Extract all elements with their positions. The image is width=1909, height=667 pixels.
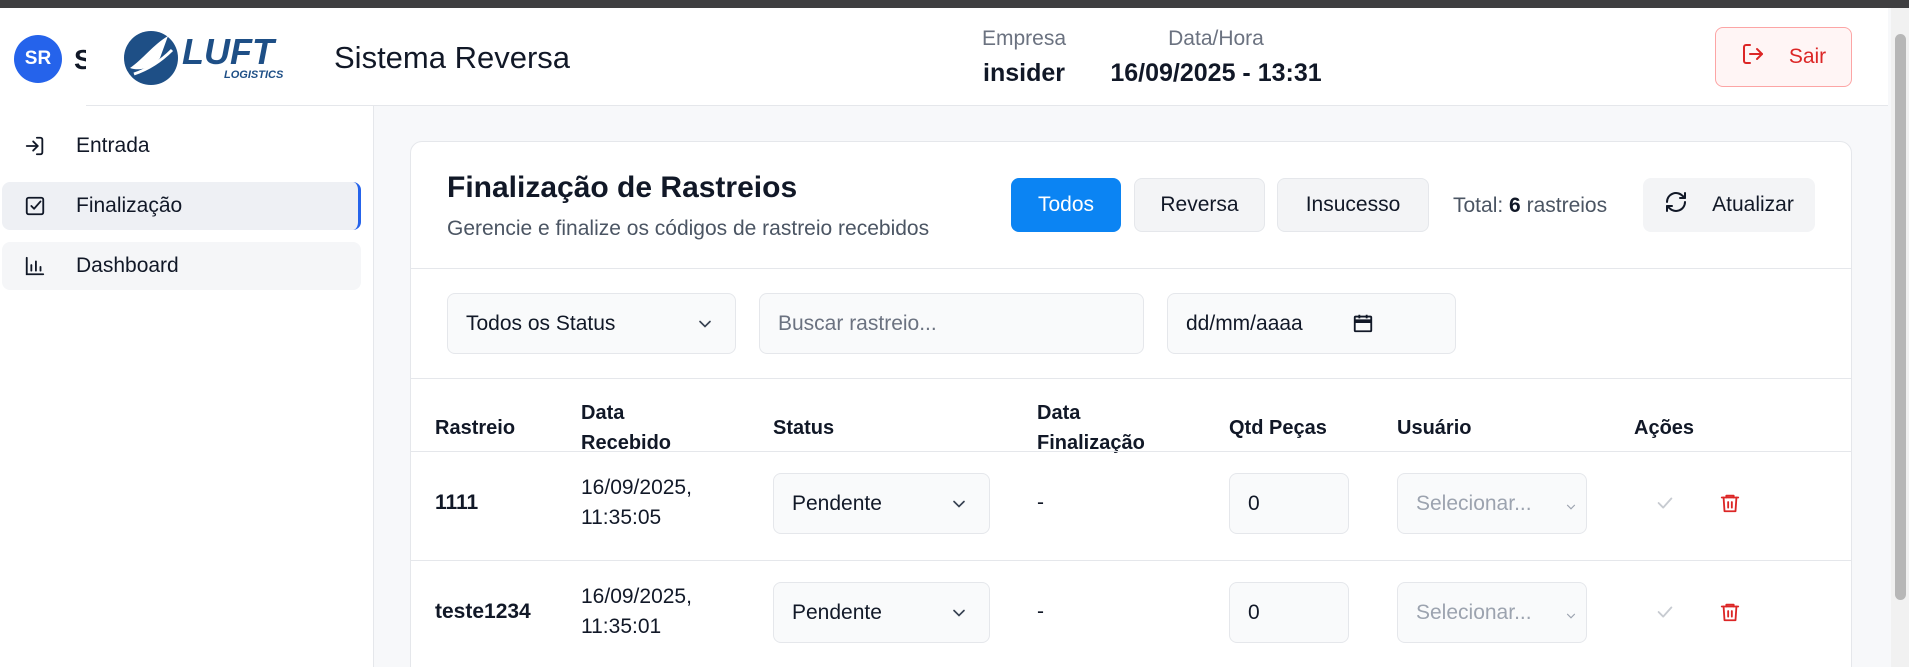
- row-rastreio: teste1234: [435, 600, 531, 623]
- datahora-value: 16/09/2025 - 13:31: [1110, 59, 1322, 87]
- col-qtd-pecas[interactable]: Qtd Peças: [1229, 413, 1327, 443]
- logout-button[interactable]: Sair: [1715, 27, 1852, 87]
- empresa-block: Empresa insider: [964, 27, 1084, 88]
- col-status[interactable]: Status: [773, 413, 834, 443]
- row-usuario-select[interactable]: Selecionar...: [1397, 582, 1587, 643]
- divider: [411, 268, 1851, 269]
- search-placeholder: Buscar rastreio...: [778, 311, 937, 335]
- date-placeholder: dd/mm/aaaa: [1186, 311, 1303, 335]
- app-title: Sistema Reversa: [334, 40, 571, 75]
- filter-insucesso-button[interactable]: Insucesso: [1277, 178, 1429, 232]
- login-icon: [24, 135, 46, 157]
- filter-reversa-button[interactable]: Reversa: [1134, 178, 1265, 232]
- logout-label: Sair: [1788, 45, 1827, 68]
- confirm-check-icon[interactable]: [1653, 600, 1677, 624]
- row-data-recebido: 16/09/2025, 11:35:05: [581, 473, 692, 533]
- sidebar: SR S Entrada Finalização Dashboard: [0, 8, 374, 667]
- col-data-recebido[interactable]: Data Recebido: [581, 398, 671, 458]
- row-qtd-value: 0: [1248, 600, 1260, 624]
- search-input[interactable]: Buscar rastreio...: [759, 293, 1144, 354]
- sidebar-item-label: Dashboard: [76, 254, 179, 277]
- row-qtd-input[interactable]: 0: [1229, 582, 1349, 643]
- row-status-select[interactable]: Pendente: [773, 473, 990, 534]
- confirm-check-icon[interactable]: [1653, 491, 1677, 515]
- col-data-finalizacao-line1: Data: [1037, 402, 1081, 424]
- col-rastreio[interactable]: Rastreio: [435, 413, 515, 443]
- sidebar-item-entrada[interactable]: Entrada: [2, 122, 361, 170]
- datahora-label: Data/Hora: [1168, 27, 1264, 50]
- row-status-select[interactable]: Pendente: [773, 582, 990, 643]
- top-header: LUFT LOGISTICS Sistema Reversa Empresa i…: [86, 8, 1888, 106]
- total-prefix: Total:: [1453, 194, 1504, 217]
- row-date: 16/09/2025,: [581, 585, 692, 608]
- finalizacao-card: Finalização de Rastreios Gerencie e fina…: [410, 141, 1852, 667]
- luft-logo: LUFT LOGISTICS: [124, 28, 324, 88]
- total-count: Total: 6 rastreios: [1453, 194, 1607, 218]
- chevron-down-icon: [949, 494, 969, 520]
- chevron-down-icon: [1564, 496, 1578, 520]
- total-number: 6: [1509, 194, 1521, 217]
- sidebar-item-finalizacao[interactable]: Finalização: [2, 182, 361, 230]
- date-input[interactable]: dd/mm/aaaa: [1167, 293, 1456, 354]
- empresa-label: Empresa: [981, 27, 1067, 50]
- filter-todos-button[interactable]: Todos: [1011, 178, 1121, 232]
- avatar[interactable]: SR: [14, 35, 62, 83]
- trash-icon[interactable]: [1718, 491, 1742, 515]
- row-time: 11:35:05: [581, 506, 662, 529]
- col-usuario[interactable]: Usuário: [1397, 413, 1471, 443]
- col-data-finalizacao[interactable]: Data Finalização: [1037, 398, 1145, 458]
- chevron-down-icon: [1564, 605, 1578, 629]
- row-time: 11:35:01: [581, 615, 662, 638]
- scrollbar-thumb[interactable]: [1895, 34, 1906, 600]
- refresh-label: Atualizar: [1712, 193, 1794, 216]
- col-data-recebido-line2: Recebido: [581, 432, 672, 454]
- row-usuario-select[interactable]: Selecionar...: [1397, 473, 1587, 534]
- sidebar-item-dashboard[interactable]: Dashboard: [2, 242, 361, 290]
- status-filter-select[interactable]: Todos os Status: [447, 293, 736, 354]
- col-data-finalizacao-line2: Finalização: [1037, 432, 1145, 454]
- trash-icon[interactable]: [1718, 600, 1742, 624]
- col-acoes: Ações: [1634, 417, 1695, 439]
- refresh-button[interactable]: Atualizar: [1643, 178, 1815, 232]
- row-rastreio: 1111: [435, 491, 479, 514]
- row-qtd-value: 0: [1248, 491, 1260, 515]
- logo-wordmark: LUFT: [182, 31, 277, 72]
- row-data-finalizacao: -: [1037, 600, 1044, 623]
- row-status-value: Pendente: [792, 600, 882, 624]
- row-qtd-input[interactable]: 0: [1229, 473, 1349, 534]
- row-status-value: Pendente: [792, 491, 882, 515]
- row-usuario-value: Selecionar...: [1416, 491, 1532, 515]
- total-suffix: rastreios: [1526, 194, 1608, 217]
- status-filter-value: Todos os Status: [466, 311, 616, 335]
- col-data-recebido-line1: Data: [581, 402, 625, 424]
- sidebar-item-label: Finalização: [76, 194, 183, 217]
- page-title: Finalização de Rastreios: [447, 171, 798, 204]
- logout-icon: [1741, 42, 1765, 72]
- logo-subtitle: LOGISTICS: [224, 69, 284, 81]
- chevron-down-icon: [695, 314, 715, 340]
- divider: [411, 560, 1851, 561]
- window-top-strip: [0, 0, 1909, 8]
- row-usuario-value: Selecionar...: [1416, 600, 1532, 624]
- row-date: 16/09/2025,: [581, 476, 692, 499]
- divider: [411, 451, 1851, 452]
- bar-chart-icon: [24, 255, 46, 277]
- datahora-block: Data/Hora 16/09/2025 - 13:31: [1096, 27, 1336, 88]
- check-square-icon: [24, 195, 46, 217]
- refresh-icon: [1664, 190, 1688, 220]
- divider: [411, 378, 1851, 379]
- sidebar-item-label: Entrada: [76, 134, 150, 157]
- vertical-scrollbar[interactable]: [1891, 8, 1909, 667]
- row-data-recebido: 16/09/2025, 11:35:01: [581, 582, 692, 642]
- calendar-icon[interactable]: [1352, 312, 1374, 340]
- sidebar-nav: Entrada Finalização Dashboard: [0, 106, 373, 290]
- row-data-finalizacao: -: [1037, 491, 1044, 514]
- chevron-down-icon: [949, 603, 969, 629]
- page-subtitle: Gerencie e finalize os códigos de rastre…: [447, 217, 930, 240]
- empresa-value: insider: [983, 59, 1065, 87]
